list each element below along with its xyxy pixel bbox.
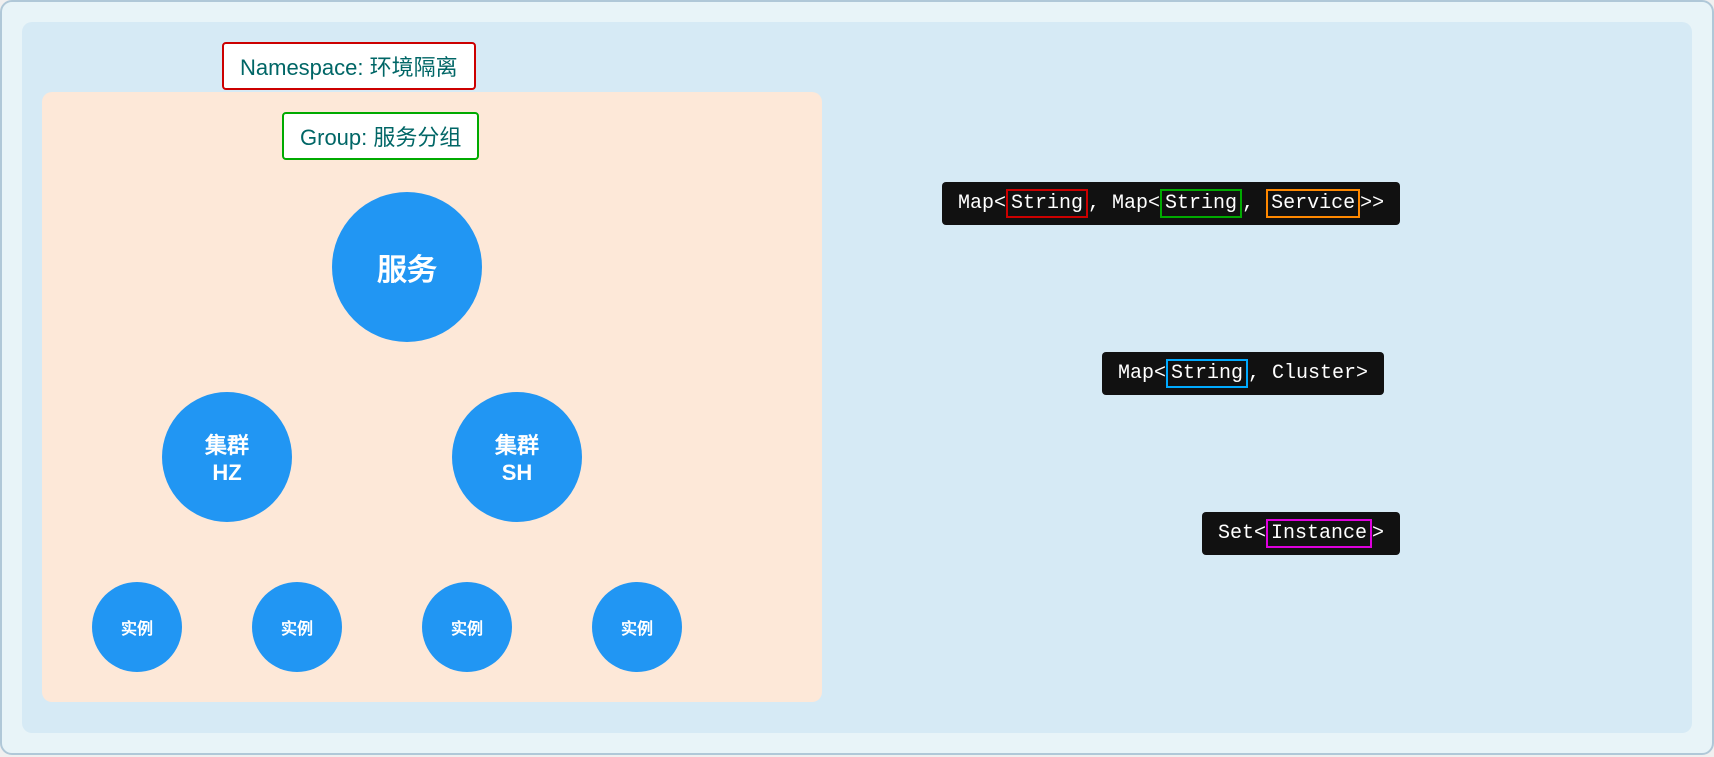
- code-box-map-service: Map<String, Map<String, Service>>: [942, 182, 1400, 225]
- span-string-red: String: [1006, 189, 1088, 218]
- code-box-set-instance: Set<Instance>: [1202, 512, 1400, 555]
- cluster-sh-node: 集群 SH: [452, 392, 582, 522]
- instance-node-4: 实例: [592, 582, 682, 672]
- code-box-map-cluster: Map<String, Cluster>: [1102, 352, 1384, 395]
- instance-node-3: 实例: [422, 582, 512, 672]
- instance-node-2: 实例: [252, 582, 342, 672]
- main-container: Namespace: 环境隔离 Group: 服务分组 服务 集群 HZ 集群 …: [0, 0, 1714, 755]
- span-string-green: String: [1160, 189, 1242, 218]
- namespace-label: Namespace: 环境隔离: [222, 42, 476, 90]
- service-node: 服务: [332, 192, 482, 342]
- span-instance: Instance: [1266, 519, 1372, 548]
- instance-node-1: 实例: [92, 582, 182, 672]
- group-label: Group: 服务分组: [282, 112, 479, 160]
- cluster-hz-node: 集群 HZ: [162, 392, 292, 522]
- span-service: Service: [1266, 189, 1360, 218]
- span-string-cyan: String: [1166, 359, 1248, 388]
